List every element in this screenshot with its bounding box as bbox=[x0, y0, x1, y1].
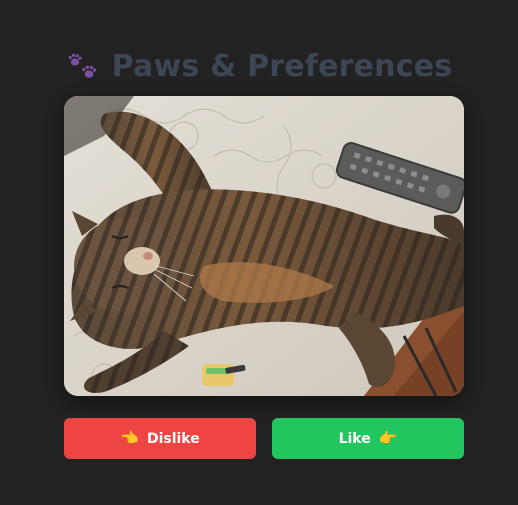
cat-photo bbox=[64, 96, 464, 396]
app-root: Paws & Preferences 👈 Dislike Like 👉 bbox=[0, 0, 518, 505]
paw-prints-icon bbox=[66, 51, 100, 81]
pointing-left-hand-icon: 👈 bbox=[120, 429, 139, 447]
pointing-right-hand-icon: 👉 bbox=[378, 429, 398, 447]
dislike-button-label: Dislike bbox=[146, 430, 200, 447]
like-button-label: Like bbox=[338, 430, 371, 447]
like-button[interactable]: Like 👉 bbox=[272, 418, 464, 459]
header: Paws & Preferences bbox=[0, 44, 518, 88]
page-title: Paws & Preferences bbox=[111, 48, 453, 84]
dislike-button[interactable]: 👈 Dislike bbox=[64, 418, 256, 459]
cat-photo-card[interactable] bbox=[64, 96, 464, 396]
